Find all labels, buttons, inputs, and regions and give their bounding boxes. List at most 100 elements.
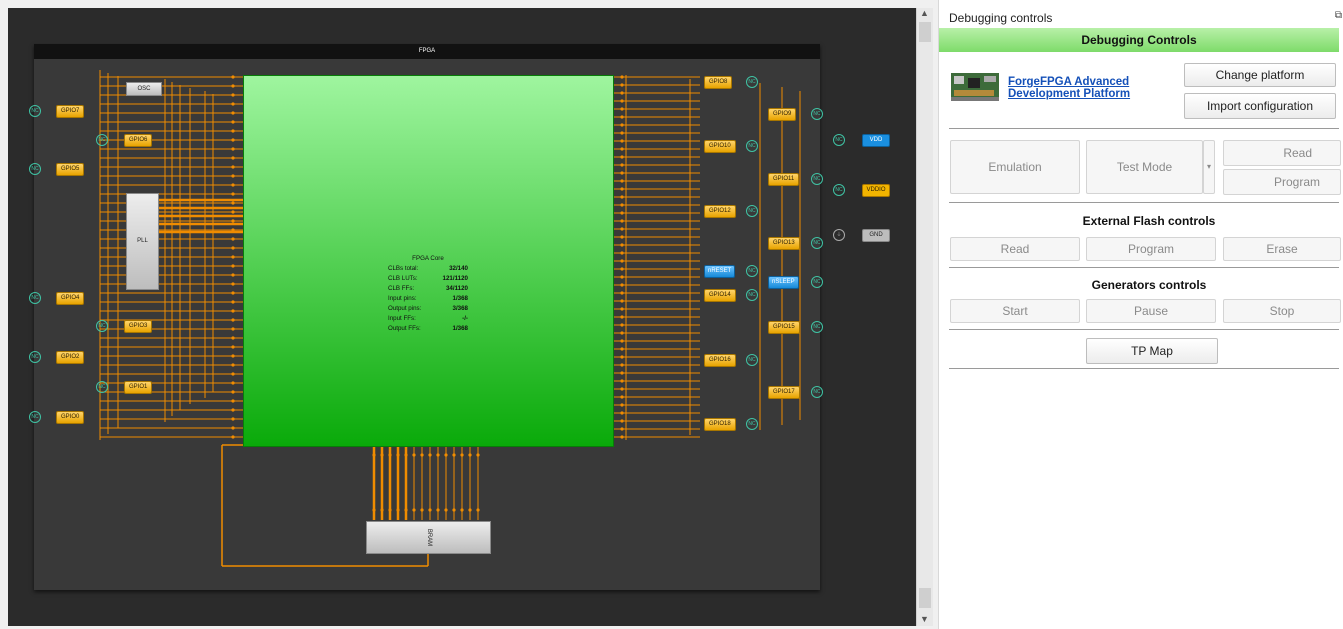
gpio-pin[interactable]: GPIO6 <box>124 134 153 147</box>
nreset-pin[interactable]: nRESET <box>704 265 736 278</box>
flash-erase-button[interactable]: Erase <box>1223 237 1341 261</box>
canvas-vertical-scrollbar[interactable]: ▲ ▼ <box>916 8 933 626</box>
wire-junction <box>231 93 235 97</box>
wire-junction <box>231 417 235 421</box>
wire-junction <box>231 363 235 367</box>
gpio-pin[interactable]: GPIO3 <box>124 320 153 333</box>
gpio-pin[interactable]: GPIO4 <box>56 292 85 305</box>
wire-junction <box>620 163 624 167</box>
nc-icon: NC <box>29 411 41 423</box>
wire-junction <box>231 183 235 187</box>
wire-junction <box>620 203 624 207</box>
gpio-pin[interactable]: GPIO2 <box>56 351 85 364</box>
wire-junction <box>231 300 235 304</box>
gpio-pin[interactable]: GPIO9 <box>768 108 797 121</box>
generator-pause-button[interactable]: Pause <box>1086 299 1216 323</box>
scroll-thumb[interactable] <box>919 22 931 42</box>
gpio-pin[interactable]: GPIO11 <box>768 173 800 186</box>
tp-map-button[interactable]: TP Map <box>1086 338 1218 364</box>
gpio-pin[interactable]: GPIO14 <box>704 289 736 302</box>
nc-icon: NC <box>746 354 758 366</box>
wire-junction <box>231 174 235 178</box>
test-mode-button[interactable]: Test Mode <box>1086 140 1203 194</box>
wire-junction <box>231 219 235 223</box>
generator-start-button[interactable]: Start <box>950 299 1080 323</box>
gpio-pin[interactable]: GPIO7 <box>56 105 85 118</box>
gpio-pin[interactable]: GPIO15 <box>768 321 800 334</box>
nc-icon: NC <box>746 265 758 277</box>
program-button[interactable]: Program <box>1223 169 1341 195</box>
wire-junction <box>436 453 440 457</box>
nc-icon: NC <box>96 320 108 332</box>
float-icon[interactable]: ⧉ <box>1335 10 1342 21</box>
wire-junction <box>620 315 624 319</box>
wire-junction <box>428 453 432 457</box>
nc-icon: NC <box>29 351 41 363</box>
wire-junction <box>620 403 624 407</box>
vddio-pin[interactable]: VDDIO <box>862 184 890 197</box>
gpio-pin[interactable]: GPIO16 <box>704 354 736 367</box>
wire-junction <box>620 131 624 135</box>
nc-icon: NC <box>29 105 41 117</box>
nc-icon: NC <box>811 108 823 120</box>
platform-link[interactable]: ForgeFPGA Advanced Development Platform <box>1008 76 1130 100</box>
wire-junction <box>620 115 624 119</box>
emulation-button[interactable]: Emulation <box>950 140 1080 194</box>
platform-board-icon <box>951 73 999 101</box>
generator-stop-button[interactable]: Stop <box>1223 299 1341 323</box>
wire-junction <box>620 411 624 415</box>
fpga-core-info: FPGA Core CLBs total: 32/140 CLB LUTs: 121… <box>388 255 468 335</box>
pll-block[interactable]: PLL <box>126 193 159 290</box>
gpio-pin[interactable]: GPIO10 <box>704 140 736 153</box>
wire-junction <box>231 426 235 430</box>
wire-junction <box>396 508 400 512</box>
gpio-pin[interactable]: GPIO17 <box>768 386 800 399</box>
core-row: Input pins: 1/368 <box>388 295 468 302</box>
scroll-down-icon[interactable]: ▼ <box>920 614 929 624</box>
test-mode-dropdown-icon[interactable]: ▾ <box>1203 140 1215 194</box>
gpio-pin[interactable]: GPIO8 <box>704 76 733 89</box>
generators-title: Generators controls <box>1091 278 1207 292</box>
gpio-pin[interactable]: GPIO18 <box>704 418 736 431</box>
scroll-thumb-lower[interactable] <box>919 588 931 608</box>
wire-junction <box>420 453 424 457</box>
wire-junction <box>231 102 235 106</box>
wire-junction <box>620 123 624 127</box>
core-row: Input FFs: -/- <box>388 315 468 322</box>
gpio-pin[interactable]: GPIO5 <box>56 163 85 176</box>
separator <box>949 267 1339 268</box>
change-platform-button[interactable]: Change platform <box>1184 63 1336 87</box>
wire-junction <box>460 453 464 457</box>
wire-junction <box>620 395 624 399</box>
osc-block[interactable]: OSC <box>126 82 162 96</box>
wire-junction <box>231 255 235 259</box>
gpio-pin[interactable]: GPIO13 <box>768 237 800 250</box>
wire-junction <box>620 243 624 247</box>
wire-junction <box>460 508 464 512</box>
gpio-pin[interactable]: GPIO12 <box>704 205 736 218</box>
gnd-pin[interactable]: GND <box>862 229 890 242</box>
separator <box>949 368 1339 369</box>
nsleep-pin[interactable]: nSLEEP <box>768 276 799 289</box>
vdd-pin[interactable]: VDD <box>862 134 890 147</box>
separator <box>949 202 1339 203</box>
scroll-up-icon[interactable]: ▲ <box>920 8 929 18</box>
wire-junction <box>620 323 624 327</box>
flash-read-button[interactable]: Read <box>950 237 1080 261</box>
gpio-pin[interactable]: GPIO0 <box>56 411 85 424</box>
gpio-pin[interactable]: GPIO1 <box>124 381 153 394</box>
wire-junction <box>231 192 235 196</box>
wire-junction <box>231 336 235 340</box>
bram-block[interactable]: BRAM <box>366 521 491 554</box>
flash-program-button[interactable]: Program <box>1086 237 1216 261</box>
wire-junction <box>231 237 235 241</box>
wire-junction <box>620 387 624 391</box>
nc-icon: NC <box>811 237 823 249</box>
separator <box>949 329 1339 330</box>
import-configuration-button[interactable]: Import configuration <box>1184 93 1336 119</box>
read-button[interactable]: Read <box>1223 140 1341 166</box>
wire-junction <box>620 347 624 351</box>
wire-junction <box>372 508 376 512</box>
power-connector-icon: NC <box>833 134 845 146</box>
core-row: CLBs total: 32/140 <box>388 265 468 272</box>
